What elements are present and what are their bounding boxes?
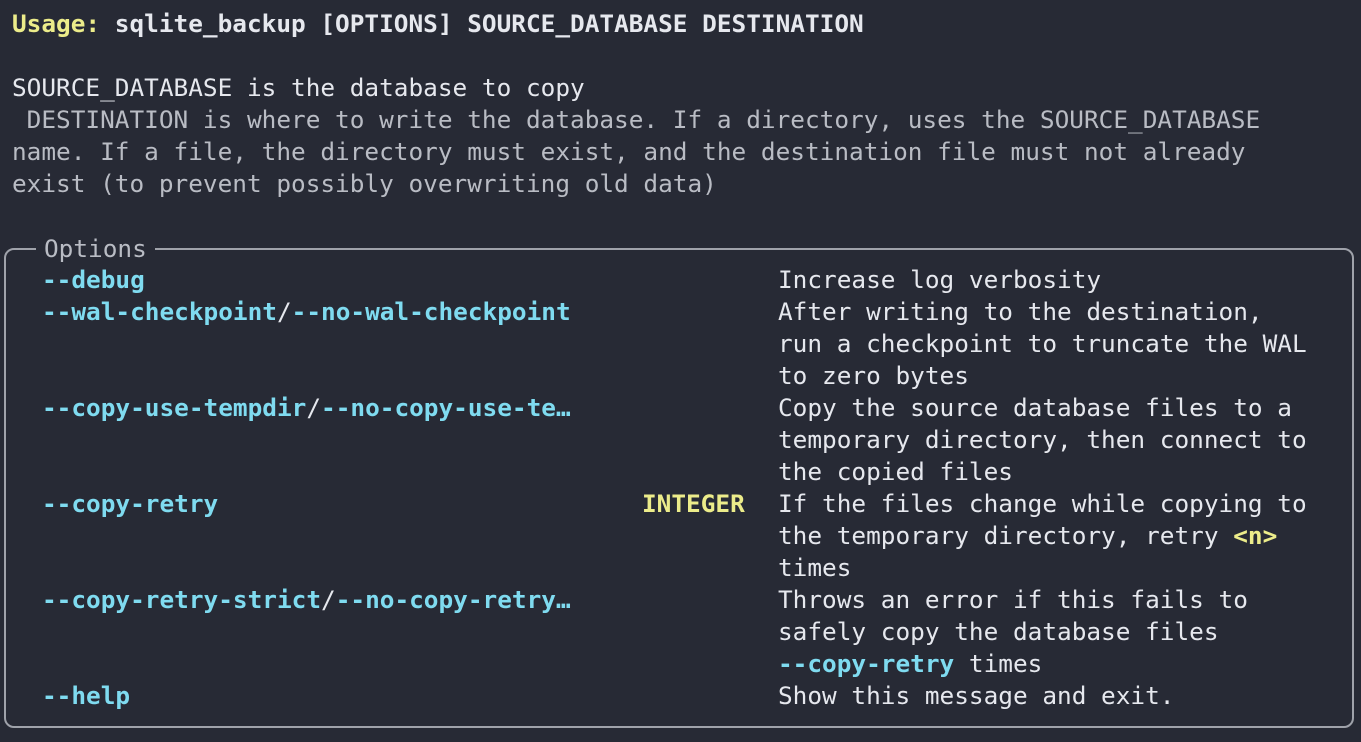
option-copy-use-tempdir: --copy-use-tempdir/--no-copy-use-te… [42, 392, 571, 424]
option-help: --help [42, 681, 131, 710]
option-separator: / [306, 393, 322, 422]
destination-description-line-2: name. If a file, the directory must exis… [12, 137, 1246, 166]
option-copy-use-tempdir-description-1: Copy the source database files to a [778, 393, 1292, 422]
option-copy-retry-description-3: times [778, 553, 852, 582]
option-copy-retry-strict: --copy-retry-strict/--no-copy-retry… [42, 584, 571, 616]
usage-line: Usage: sqlite_backup [OPTIONS] SOURCE_DA… [12, 8, 864, 40]
option-wal-checkpoint-description-2: run a checkpoint to truncate the WAL [778, 329, 1307, 358]
referenced-flag: --copy-retry [778, 649, 955, 678]
options-panel-title: Options [36, 233, 155, 265]
option-negated-flag: --no-copy-use-te… [321, 393, 571, 422]
option-wal-checkpoint: --wal-checkpoint/--no-wal-checkpoint [42, 296, 571, 328]
option-wal-checkpoint-description-3: to zero bytes [778, 361, 969, 390]
option-wal-checkpoint-description-1: After writing to the destination, [778, 297, 1263, 326]
placeholder-token: <n> [1233, 521, 1278, 550]
usage-label: Usage: [12, 9, 101, 38]
option-copy-retry-strict-description-2: safely copy the database files [778, 617, 1219, 646]
option-negated-flag: --no-wal-checkpoint [291, 297, 571, 326]
option-copy-retry-description-1: If the files change while copying to [778, 489, 1307, 518]
source-database-description: SOURCE_DATABASE is the database to copy [12, 73, 585, 102]
option-copy-use-tempdir-description-3: the copied files [778, 457, 1013, 486]
option-copy-retry: --copy-retry [42, 489, 219, 518]
option-copy-retry-description-2: the temporary directory, retry <n> [778, 520, 1277, 552]
option-debug-description: Increase log verbosity [778, 265, 1102, 294]
option-help-description: Show this message and exit. [778, 681, 1175, 710]
destination-description-line-1: DESTINATION is where to write the databa… [12, 105, 1261, 134]
option-flag: --copy-use-tempdir [42, 393, 307, 422]
description-text: times [954, 649, 1043, 678]
destination-description-line-3: exist (to prevent possibly overwriting o… [12, 169, 717, 198]
option-flag: --copy-retry-strict [42, 585, 322, 614]
option-copy-retry-metavar: INTEGER [642, 489, 745, 518]
option-flag: --wal-checkpoint [42, 297, 277, 326]
option-copy-retry-strict-description-3: --copy-retry times [778, 648, 1042, 680]
option-debug: --debug [42, 265, 145, 294]
option-separator: / [276, 297, 292, 326]
usage-command: sqlite_backup [OPTIONS] SOURCE_DATABASE … [100, 9, 864, 38]
option-copy-use-tempdir-description-2: temporary directory, then connect to [778, 425, 1307, 454]
option-negated-flag: --no-copy-retry… [335, 585, 571, 614]
option-copy-retry-strict-description-1: Throws an error if this fails to [778, 585, 1248, 614]
option-separator: / [321, 585, 336, 614]
description-text: the temporary directory, retry [778, 521, 1234, 550]
